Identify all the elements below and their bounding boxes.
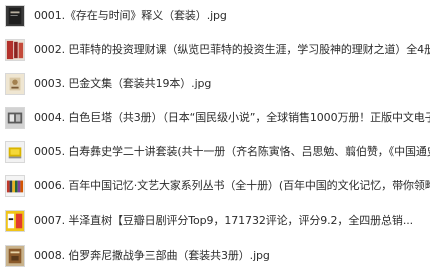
file-item[interactable]: 0002. 巴菲特的投资理财课（纵览巴菲特的投资生涯，学习股神的理财之道）全4册… bbox=[0, 34, 434, 68]
file-list: 0001.《存在与时间》释义（套装）.jpg 0002. 巴菲特的投资理财课（纵… bbox=[0, 0, 434, 275]
file-item[interactable]: 0006. 百年中国记忆·文艺大家系列丛书（全十册）(百年中国的文化记忆，带你领… bbox=[0, 170, 434, 204]
file-item[interactable]: 0005. 白寿彝史学二十讲套装(共十一册（齐名陈寅恪、吕思勉、翦伯赞，《中国通… bbox=[0, 136, 434, 170]
file-item[interactable]: 0001.《存在与时间》释义（套装）.jpg bbox=[0, 0, 434, 34]
file-name: 0006. 百年中国记忆·文艺大家系列丛书（全十册）(百年中国的文化记忆，带你领… bbox=[34, 179, 430, 192]
book-cover-yellow-red-icon bbox=[5, 210, 25, 232]
file-item[interactable]: 0008. 伯罗奔尼撒战争三部曲（套装共3册）.jpg bbox=[0, 240, 434, 274]
file-item[interactable]: 0003. 巴金文集（套装共19本）.jpg bbox=[0, 68, 434, 102]
file-name: 0007. 半泽直树【豆瓣日剧评分Top9，171732评论，评分9.2，全四册… bbox=[34, 214, 414, 227]
book-cover-mixed-icon bbox=[5, 175, 25, 197]
book-cover-dark-icon bbox=[5, 5, 25, 27]
file-name: 0004. 白色巨塔（共3册）（日本“国民级小说”，全球销售1000万册！正版中… bbox=[34, 111, 430, 124]
file-name: 0002. 巴菲特的投资理财课（纵览巴菲特的投资生涯，学习股神的理财之道）全4册… bbox=[34, 43, 430, 56]
book-cover-grey-icon bbox=[5, 107, 25, 129]
book-cover-red-icon bbox=[5, 39, 25, 61]
file-name: 0001.《存在与时间》释义（套装）.jpg bbox=[34, 9, 227, 22]
file-name: 0008. 伯罗奔尼撒战争三部曲（套装共3册）.jpg bbox=[34, 249, 270, 262]
book-cover-brown-icon bbox=[5, 245, 25, 267]
file-item[interactable]: 0007. 半泽直树【豆瓣日剧评分Top9，171732评论，评分9.2，全四册… bbox=[0, 205, 434, 239]
book-cover-cream-icon bbox=[5, 73, 25, 95]
file-item[interactable]: 0004. 白色巨塔（共3册）（日本“国民级小说”，全球销售1000万册！正版中… bbox=[0, 102, 434, 136]
book-cover-yellow-icon bbox=[5, 141, 25, 163]
file-name: 0003. 巴金文集（套装共19本）.jpg bbox=[34, 77, 212, 90]
file-name: 0005. 白寿彝史学二十讲套装(共十一册（齐名陈寅恪、吕思勉、翦伯赞，《中国通… bbox=[34, 145, 430, 158]
